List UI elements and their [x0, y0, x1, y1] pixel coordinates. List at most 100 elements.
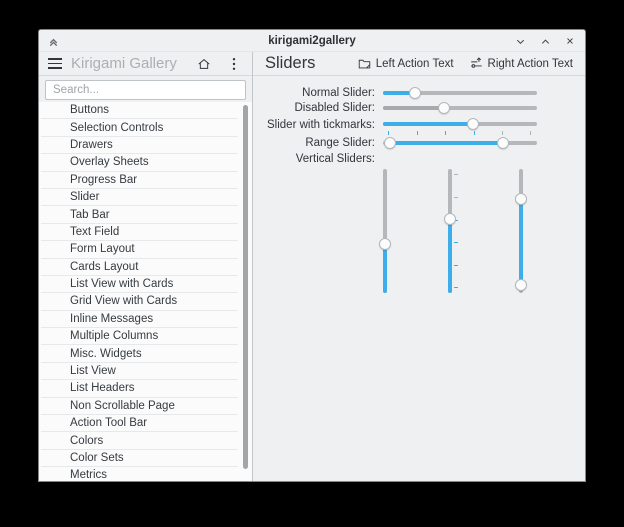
sidebar-item-label: Tab Bar	[70, 208, 110, 221]
sidebar-item-label: Inline Messages	[70, 312, 154, 325]
search-row: Search...	[39, 76, 252, 102]
sidebar-item-label: Misc. Widgets	[70, 347, 142, 360]
sidebar-list-item[interactable]: Buttons	[41, 102, 238, 120]
sidebar-list-item[interactable]: List View with Cards	[41, 276, 238, 294]
sidebar-item-label: Metrics	[70, 469, 108, 481]
normal-slider-row: Normal Slider:	[253, 85, 585, 101]
disabled-slider	[383, 102, 537, 115]
sidebar-list-item[interactable]: Slider	[41, 189, 238, 207]
sliders-page: Normal Slider: Disabled Slider: Slider w…	[253, 76, 585, 481]
slider-handle[interactable]	[444, 212, 456, 225]
sidebar-item-label: List Headers	[70, 382, 135, 395]
range-slider[interactable]	[383, 137, 537, 149]
sidebar-list-item[interactable]: Tab Bar	[41, 206, 238, 224]
main-pane: Sliders Left Action Text Right Action Te…	[253, 52, 585, 481]
sidebar-list-item[interactable]: Text Field	[41, 224, 238, 242]
disabled-slider-row: Disabled Slider:	[253, 101, 585, 117]
tickmark-slider-row: Slider with tickmarks:	[253, 116, 585, 135]
range-slider-high-handle[interactable]	[515, 192, 527, 205]
sidebar-item-label: Action Tool Bar	[70, 417, 148, 430]
sidebar-list-item[interactable]: Cards Layout	[41, 259, 238, 276]
sidebar-list-item[interactable]: Color Sets	[41, 450, 238, 468]
sidebar-list-item[interactable]: Metrics	[41, 467, 238, 481]
sidebar-item-label: Non Scrollable Page	[70, 399, 175, 412]
app-window: kirigami2gallery Kirigami Gallery Search…	[38, 29, 586, 482]
slider-handle[interactable]	[466, 118, 479, 130]
slider-range-fill	[519, 198, 523, 285]
sidebar: Kirigami Gallery Search... Buttons Selec…	[39, 52, 253, 481]
sidebar-item-label: Progress Bar	[70, 173, 138, 186]
sidebar-list-item[interactable]: Drawers	[41, 137, 238, 155]
left-action-button[interactable]: Left Action Text	[358, 57, 454, 70]
tickmark-slider[interactable]	[383, 118, 537, 135]
close-button[interactable]	[563, 33, 577, 49]
sidebar-list-item[interactable]: List Headers	[41, 380, 238, 398]
home-icon[interactable]	[195, 55, 213, 73]
minimize-button[interactable]	[513, 33, 527, 49]
right-action-button[interactable]: Right Action Text	[470, 57, 573, 70]
sidebar-item-label: Multiple Columns	[70, 330, 159, 343]
slider-fill	[448, 218, 452, 293]
slider-handle[interactable]	[379, 238, 391, 251]
sidebar-item-label: Text Field	[70, 225, 120, 238]
adjust-sliders-icon	[470, 57, 482, 68]
titlebar: kirigami2gallery	[39, 30, 585, 52]
kebab-menu-icon[interactable]	[225, 55, 243, 73]
sidebar-list-item[interactable]: Multiple Columns	[41, 328, 238, 346]
range-slider-low-handle[interactable]	[515, 278, 527, 291]
right-action-label: Right Action Text	[487, 57, 573, 70]
sidebar-list-item[interactable]: List View	[41, 363, 238, 381]
sidebar-item-label: Selection Controls	[70, 121, 164, 134]
range-slider-label: Range Slider:	[305, 137, 375, 149]
range-slider-high-handle[interactable]	[496, 137, 509, 149]
slider-fill	[383, 122, 473, 126]
sidebar-list-item[interactable]: Action Tool Bar	[41, 415, 238, 433]
app-title: Kirigami Gallery	[71, 55, 177, 72]
sidebar-item-label: Cards Layout	[70, 260, 139, 273]
page-title: Sliders	[265, 54, 316, 72]
sidebar-list: Buttons Selection Controls Drawers Overl…	[39, 102, 252, 481]
sidebar-item-label: List View with Cards	[70, 278, 174, 291]
folder-icon	[358, 59, 370, 69]
window-title: kirigami2gallery	[268, 35, 356, 47]
sidebar-list-item[interactable]: Misc. Widgets	[41, 345, 238, 363]
slider-handle[interactable]	[408, 86, 421, 99]
slider-fill	[383, 244, 387, 293]
sidebar-list-item[interactable]: Colors	[41, 432, 238, 450]
vertical-sliders-label: Vertical Sliders:	[295, 153, 375, 165]
sidebar-list-item[interactable]: Non Scrollable Page	[41, 398, 238, 416]
vertical-slider-2[interactable]	[444, 169, 458, 293]
sidebar-scrollbar[interactable]	[243, 105, 248, 469]
slider-fill	[383, 106, 445, 111]
vertical-sliders-row: Vertical Sliders:	[253, 151, 585, 167]
sidebar-header: Kirigami Gallery	[39, 52, 252, 76]
sidebar-list-item[interactable]: Inline Messages	[41, 311, 238, 329]
range-slider-row: Range Slider:	[253, 135, 585, 151]
slider-handle	[438, 102, 451, 115]
vertical-sliders-zone	[253, 167, 585, 307]
sidebar-item-label: Form Layout	[70, 243, 135, 256]
sidebar-list-item[interactable]: Progress Bar	[41, 172, 238, 189]
page-header: Sliders Left Action Text Right Action Te…	[253, 52, 585, 76]
vertical-slider-1[interactable]	[379, 169, 391, 293]
normal-slider[interactable]	[383, 86, 537, 99]
sidebar-item-label: Grid View with Cards	[70, 295, 178, 308]
slider-range-fill	[390, 141, 503, 145]
maximize-button[interactable]	[538, 33, 552, 49]
sidebar-item-label: Buttons	[70, 104, 109, 117]
tickmark-slider-label: Slider with tickmarks:	[267, 119, 375, 131]
vertical-range-slider[interactable]	[515, 169, 527, 293]
hamburger-menu-icon[interactable]	[48, 58, 62, 69]
sidebar-item-label: Drawers	[70, 138, 113, 151]
disabled-slider-label: Disabled Slider:	[294, 102, 375, 115]
range-slider-low-handle[interactable]	[384, 137, 397, 149]
sidebar-list-item[interactable]: Form Layout	[41, 241, 238, 259]
sidebar-list-item[interactable]: Grid View with Cards	[41, 293, 238, 311]
search-placeholder: Search...	[53, 84, 100, 96]
sidebar-item-label: Color Sets	[70, 452, 124, 464]
sidebar-item-label: Colors	[70, 434, 104, 447]
sidebar-item-label: Slider	[70, 191, 100, 204]
sidebar-list-item[interactable]: Overlay Sheets	[41, 154, 238, 172]
sidebar-list-item[interactable]: Selection Controls	[41, 119, 238, 137]
search-input[interactable]: Search...	[45, 80, 246, 100]
